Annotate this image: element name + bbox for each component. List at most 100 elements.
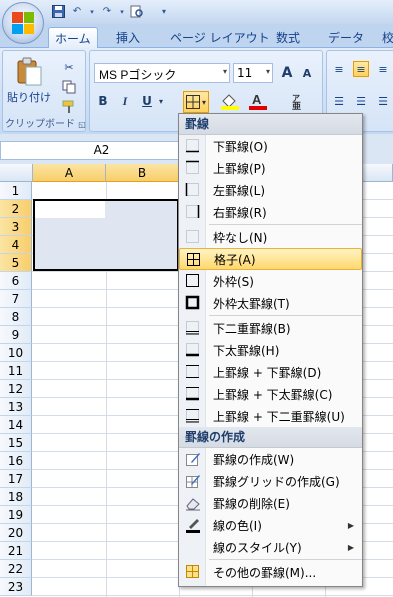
row-header-12[interactable]: 12 bbox=[0, 380, 32, 398]
top-and-thick-bottom-border-item[interactable]: 上罫線 + 下太罫線(C) bbox=[179, 383, 362, 405]
font-color-button[interactable]: A bbox=[246, 91, 272, 111]
row-header-21[interactable]: 21 bbox=[0, 542, 32, 560]
more-borders-item[interactable]: その他の罫線(M)... bbox=[179, 561, 362, 583]
bold-button[interactable]: B bbox=[94, 91, 112, 111]
customize-qat-icon[interactable]: ▾ bbox=[156, 4, 172, 20]
thick-box-border-item[interactable]: 外枠太罫線(T) bbox=[179, 292, 362, 314]
line-color-item[interactable]: 線の色(I) ▶ bbox=[179, 514, 362, 536]
phonetic-guide-button[interactable]: ア亜 bbox=[286, 91, 312, 111]
menu-item-label: 外枠(S) bbox=[213, 274, 254, 289]
copy-icon[interactable] bbox=[61, 79, 77, 95]
row-header-6[interactable]: 6 bbox=[0, 272, 32, 290]
font-name-box[interactable]: MS Pゴシック ▾ bbox=[94, 63, 230, 83]
tdbl-border-icon bbox=[185, 408, 201, 424]
top-and-double-bottom-border-item[interactable]: 上罫線 + 下二重罫線(U) bbox=[179, 405, 362, 427]
office-button[interactable] bbox=[2, 2, 44, 44]
row-header-11[interactable]: 11 bbox=[0, 362, 32, 380]
style-icon bbox=[185, 539, 201, 555]
column-header-a[interactable]: A bbox=[33, 164, 106, 182]
redo-icon[interactable]: ↷ bbox=[99, 4, 115, 20]
align-bottom-icon[interactable]: ≡ bbox=[375, 61, 391, 77]
row-header-3[interactable]: 3 bbox=[0, 218, 32, 236]
tab-insert[interactable]: 挿入 bbox=[110, 27, 146, 48]
menu-item-label: 線のスタイル(Y) bbox=[213, 540, 302, 555]
name-box[interactable]: A2 bbox=[0, 141, 203, 160]
grow-font-button[interactable]: A bbox=[278, 63, 296, 83]
top-border-item[interactable]: 上罫線(P) bbox=[179, 157, 362, 179]
italic-button[interactable]: I bbox=[116, 91, 134, 111]
all-borders-item[interactable]: 格子(A) bbox=[179, 248, 362, 270]
row-header-7[interactable]: 7 bbox=[0, 290, 32, 308]
menu-item-label: 下罫線(O) bbox=[213, 139, 268, 154]
row-header-8[interactable]: 8 bbox=[0, 308, 32, 326]
tab-review[interactable]: 校 bbox=[376, 27, 393, 48]
row-header-2[interactable]: 2 bbox=[0, 200, 32, 218]
fill-color-button[interactable] bbox=[218, 91, 242, 111]
bottom-border-icon bbox=[185, 138, 201, 154]
menu-section-borders: 罫線 bbox=[179, 114, 362, 135]
active-cell[interactable] bbox=[35, 201, 105, 218]
draw-border-item[interactable]: 罫線の作成(W) bbox=[179, 448, 362, 470]
menu-separator bbox=[209, 559, 362, 560]
top-and-bottom-border-item[interactable]: 上罫線 + 下罫線(D) bbox=[179, 361, 362, 383]
outside-borders-item[interactable]: 外枠(S) bbox=[179, 270, 362, 292]
align-top-icon[interactable]: ≡ bbox=[331, 61, 347, 77]
shrink-font-button[interactable]: A bbox=[298, 63, 316, 83]
right-border-item[interactable]: 右罫線(R) bbox=[179, 201, 362, 223]
row-header-15[interactable]: 15 bbox=[0, 434, 32, 452]
row-header-17[interactable]: 17 bbox=[0, 470, 32, 488]
menu-item-label: 上罫線 + 下二重罫線(U) bbox=[213, 409, 345, 424]
draw-border-grid-item[interactable]: 罫線グリッドの作成(G) bbox=[179, 470, 362, 492]
undo-icon[interactable]: ↶ bbox=[69, 4, 85, 20]
row-header-22[interactable]: 22 bbox=[0, 560, 32, 578]
menu-item-label: 下二重罫線(B) bbox=[213, 321, 291, 336]
row-header-4[interactable]: 4 bbox=[0, 236, 32, 254]
tab-page-layout[interactable]: ページ レイアウト bbox=[164, 27, 276, 48]
row-header-18[interactable]: 18 bbox=[0, 488, 32, 506]
save-icon[interactable] bbox=[50, 4, 66, 20]
undo-dropdown-icon[interactable]: ▾ bbox=[88, 4, 96, 20]
tab-formulas[interactable]: 数式 bbox=[270, 27, 306, 48]
font-size-box[interactable]: 11 ▾ bbox=[233, 63, 273, 83]
no-border-item[interactable]: 枠なし(N) bbox=[179, 226, 362, 248]
borders-button[interactable]: ▾ bbox=[183, 91, 209, 113]
outside-border-icon bbox=[185, 273, 201, 289]
line-style-item[interactable]: 線のスタイル(Y) ▶ bbox=[179, 536, 362, 558]
erase-icon bbox=[185, 495, 201, 511]
underline-dropdown-icon[interactable]: ▾ bbox=[156, 91, 166, 111]
align-right-icon[interactable]: ☰ bbox=[375, 93, 391, 109]
left-border-item[interactable]: 左罫線(L) bbox=[179, 179, 362, 201]
print-preview-icon[interactable] bbox=[129, 4, 145, 20]
erase-border-item[interactable]: 罫線の削除(E) bbox=[179, 492, 362, 514]
underline-button[interactable]: U bbox=[138, 91, 156, 111]
row-header-23[interactable]: 23 bbox=[0, 578, 32, 596]
row-header-1[interactable]: 1 bbox=[0, 182, 32, 200]
thick-bottom-border-item[interactable]: 下太罫線(H) bbox=[179, 339, 362, 361]
row-header-14[interactable]: 14 bbox=[0, 416, 32, 434]
tab-home[interactable]: ホーム bbox=[48, 27, 98, 48]
bottom-double-border-item[interactable]: 下二重罫線(B) bbox=[179, 317, 362, 339]
cut-icon[interactable]: ✂ bbox=[61, 59, 77, 75]
menu-item-label: 上罫線 + 下太罫線(C) bbox=[213, 387, 333, 402]
row-header-9[interactable]: 9 bbox=[0, 326, 32, 344]
select-all-corner[interactable] bbox=[0, 164, 33, 182]
row-header-5[interactable]: 5 bbox=[0, 254, 32, 272]
menu-item-label: 上罫線 + 下罫線(D) bbox=[213, 365, 322, 380]
bottom-border-item[interactable]: 下罫線(O) bbox=[179, 135, 362, 157]
paste-button[interactable]: 貼り付け bbox=[7, 57, 51, 113]
dialog-launcher-icon[interactable]: ◱ bbox=[78, 120, 86, 129]
column-header-b[interactable]: B bbox=[106, 164, 179, 182]
row-header-10[interactable]: 10 bbox=[0, 344, 32, 362]
row-header-20[interactable]: 20 bbox=[0, 524, 32, 542]
align-middle-icon[interactable]: ≡ bbox=[353, 61, 369, 77]
menu-item-label: その他の罫線(M)... bbox=[213, 565, 317, 580]
format-painter-icon[interactable] bbox=[61, 99, 77, 115]
thickb-border-icon bbox=[185, 342, 201, 358]
row-header-13[interactable]: 13 bbox=[0, 398, 32, 416]
align-left-icon[interactable]: ☰ bbox=[331, 93, 347, 109]
align-center-icon[interactable]: ☰ bbox=[353, 93, 369, 109]
row-header-19[interactable]: 19 bbox=[0, 506, 32, 524]
redo-dropdown-icon[interactable]: ▾ bbox=[118, 4, 126, 20]
row-header-16[interactable]: 16 bbox=[0, 452, 32, 470]
tab-data[interactable]: データ bbox=[322, 27, 370, 48]
